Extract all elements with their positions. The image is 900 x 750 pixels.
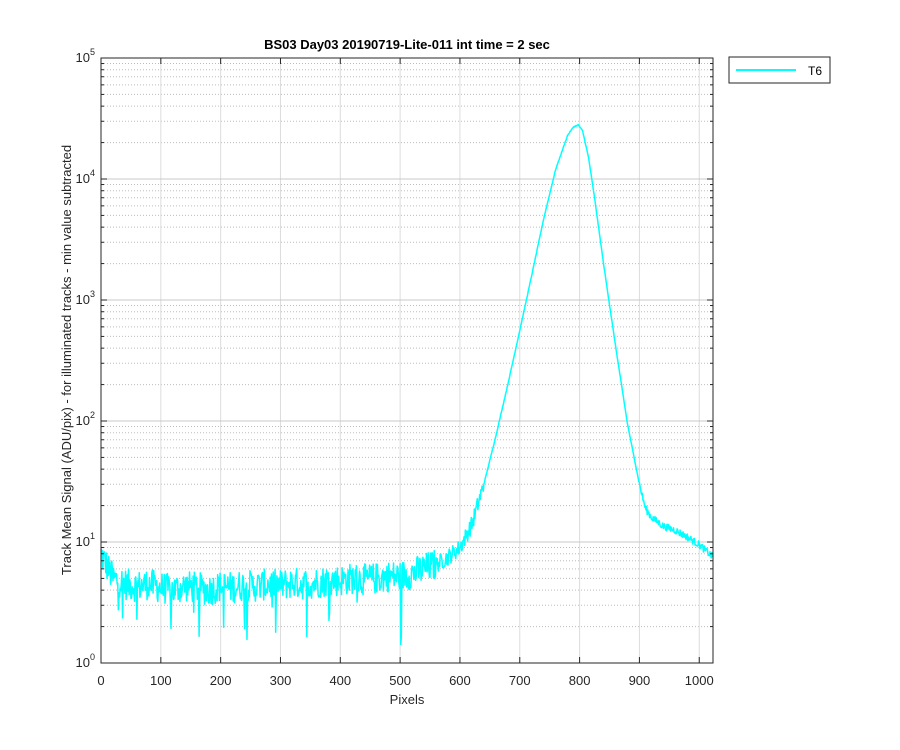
y-tick-labels: 100 101 102 103 104 105: [76, 47, 95, 670]
x-tick-label: 500: [389, 673, 411, 688]
x-tick-label: 300: [270, 673, 292, 688]
y-tick-label: 105: [76, 47, 95, 65]
y-tick-label: 104: [76, 168, 95, 186]
x-axis-label: Pixels: [390, 692, 425, 707]
y-tick-label: 100: [76, 652, 95, 670]
x-tick-label: 1000: [685, 673, 714, 688]
y-tick-label: 101: [76, 531, 95, 549]
chart-title: BS03 Day03 20190719-Lite-011 int time = …: [264, 37, 550, 52]
legend-label-t6: T6: [808, 64, 822, 78]
y-axis-label: Track Mean Signal (ADU/pix) - for illumi…: [59, 145, 74, 575]
legend[interactable]: T6: [728, 56, 831, 84]
x-tick-label: 400: [329, 673, 351, 688]
y-tick-label: 103: [76, 289, 95, 307]
x-tick-label: 0: [97, 673, 104, 688]
y-tick-label: 102: [76, 410, 95, 428]
x-tick-label: 200: [210, 673, 232, 688]
x-tick-label: 100: [150, 673, 172, 688]
chart: 0 100 200 300 400 500 600 700 800 900 1000 1001011…: [59, 37, 831, 707]
x-tick-label: 800: [569, 673, 591, 688]
plot-area: [101, 58, 713, 663]
x-tick-labels: 0 100 200 300 400 500 600 700 800 900 1000: [97, 673, 713, 688]
x-tick-label: 900: [629, 673, 651, 688]
x-tick-label: 700: [509, 673, 531, 688]
x-tick-label: 600: [449, 673, 471, 688]
